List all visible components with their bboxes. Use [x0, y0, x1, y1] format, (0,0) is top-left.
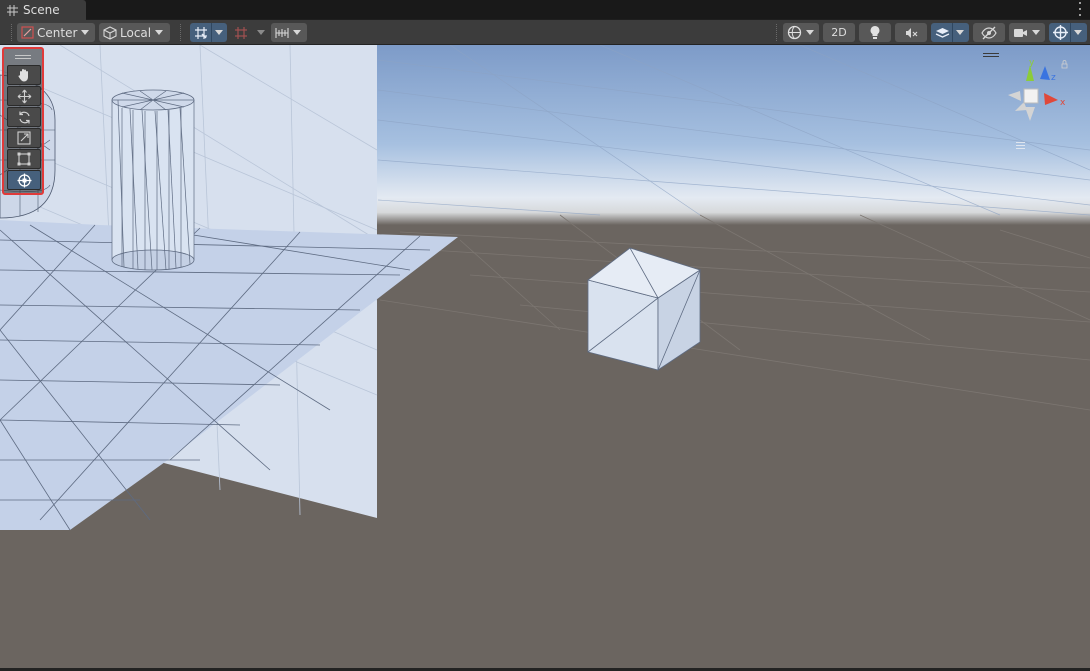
draw-mode-sphere-icon [787, 25, 802, 40]
grid-snap-toggle[interactable] [190, 23, 227, 42]
grid-icon [7, 4, 18, 16]
z-axis-label: z [1051, 73, 1056, 83]
mode-2d-label: 2D [831, 26, 847, 39]
scene-toolbar: Center Local 2D [0, 20, 1090, 45]
perspective-icon [1016, 142, 1025, 149]
grid-snap-icon [194, 26, 208, 40]
toolbar-grip [776, 24, 778, 41]
toolbar-grip [11, 24, 13, 41]
mode-2d-toggle[interactable]: 2D [823, 23, 855, 42]
neg-x-axis-cone[interactable] [1008, 91, 1021, 101]
z-axis-cone[interactable] [1040, 66, 1050, 80]
chevron-down-icon [215, 30, 223, 35]
lighting-toggle[interactable] [859, 23, 891, 42]
chevron-down-icon [1032, 30, 1040, 35]
chevron-down-icon [81, 30, 90, 35]
increment-snap-icon [234, 26, 248, 40]
cylinder-mesh [111, 89, 195, 271]
overlay-handle-icon[interactable] [7, 52, 39, 62]
camera-icon [1013, 27, 1028, 39]
ruler-dropdown[interactable] [271, 23, 307, 42]
pivot-center-icon [21, 26, 34, 39]
draw-mode-dropdown[interactable] [783, 23, 819, 42]
space-mode-dropdown[interactable]: Local [99, 23, 170, 42]
chevron-down-icon [956, 30, 964, 35]
gizmos-dropdown[interactable] [1049, 23, 1087, 42]
effects-dropdown[interactable] [931, 23, 969, 42]
kebab-menu-icon[interactable] [1078, 2, 1082, 16]
move-tool-button[interactable] [7, 86, 41, 106]
chevron-down-icon [293, 30, 301, 35]
tab-strip: Scene [0, 0, 1090, 20]
orientation-gizmo[interactable]: y z x [1000, 56, 1080, 131]
tab-label: Scene [23, 3, 60, 17]
move-arrows-icon [17, 89, 32, 104]
view-tool-button[interactable] [7, 65, 41, 85]
local-space-icon [103, 25, 117, 40]
tab-scene[interactable]: Scene [0, 0, 86, 20]
audio-toggle[interactable] [895, 23, 927, 42]
scene-render [0, 45, 1090, 668]
ruler-icon [275, 26, 289, 40]
effects-layers-icon [935, 26, 950, 40]
x-axis-label: x [1060, 98, 1066, 108]
hand-icon [17, 68, 31, 82]
toolbar-grip [180, 24, 182, 41]
rect-transform-icon [17, 152, 31, 166]
y-axis-label: y [1029, 58, 1035, 68]
tools-overlay [2, 47, 44, 195]
scale-tool-button[interactable] [7, 128, 41, 148]
scene-viewport[interactable] [0, 45, 1090, 668]
pivot-label: Center [37, 25, 78, 40]
space-label: Local [120, 25, 152, 40]
gizmo-overlay-handle-icon[interactable] [983, 53, 999, 57]
gizmos-icon [1053, 25, 1068, 40]
projection-toggle[interactable] [1016, 142, 1025, 149]
pivot-mode-dropdown[interactable]: Center [17, 23, 95, 42]
camera-dropdown[interactable] [1009, 23, 1045, 42]
chevron-down-icon [257, 30, 265, 35]
rotate-icon [17, 110, 32, 125]
chevron-down-icon [155, 30, 164, 35]
gizmo-center-cube[interactable] [1023, 88, 1039, 104]
audio-mute-icon [904, 26, 918, 40]
lock-icon[interactable] [1061, 60, 1068, 69]
scale-icon [17, 131, 31, 145]
rect-tool-button[interactable] [7, 149, 41, 169]
rotate-tool-button[interactable] [7, 107, 41, 127]
chevron-down-icon [1074, 30, 1082, 35]
scene-visibility-icon [981, 26, 997, 40]
lighting-bulb-icon [868, 25, 882, 40]
x-axis-cone[interactable] [1044, 93, 1058, 105]
chevron-down-icon [806, 30, 814, 35]
transform-tool-button[interactable] [7, 170, 41, 190]
increment-snap-toggle[interactable] [231, 23, 267, 42]
transform-icon [17, 173, 32, 188]
scene-visibility-toggle[interactable] [973, 23, 1005, 42]
